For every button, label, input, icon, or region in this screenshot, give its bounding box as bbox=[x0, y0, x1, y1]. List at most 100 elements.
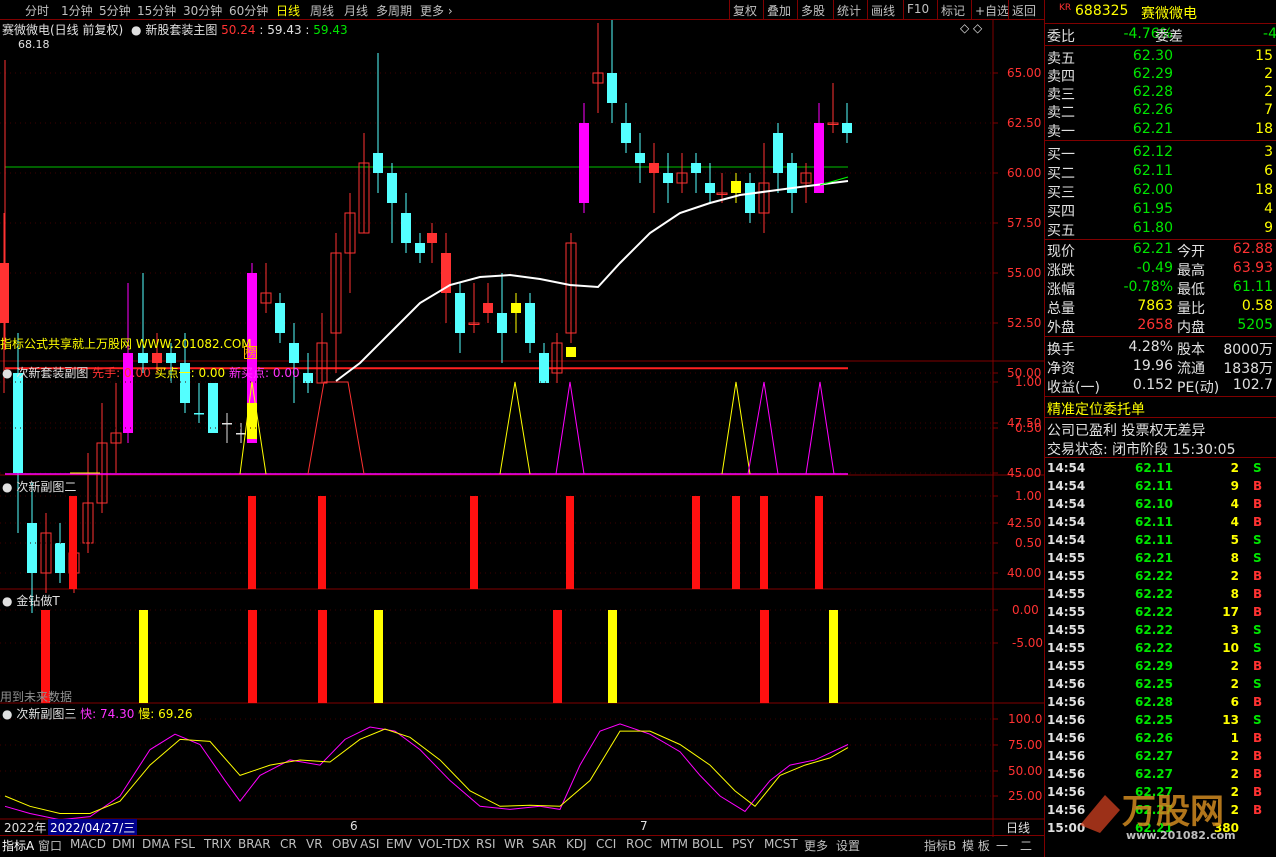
tick-row: 14:54 62.11 9 B bbox=[1047, 479, 1263, 493]
quote-panel: KR 688325 赛微微电 委比 -4.76% 委差 -4 卖五 62.30 15 卖四 62.29… bbox=[1044, 0, 1276, 857]
period-button-6[interactable]: 日线 bbox=[276, 2, 300, 19]
price-axis-label: 52.50 bbox=[1007, 316, 1041, 330]
indicator-tab-9[interactable]: VR bbox=[306, 837, 323, 851]
indicator-tab-10[interactable]: OBV bbox=[332, 837, 358, 851]
future-data-note: 用到未来数据 bbox=[0, 690, 73, 704]
quote-stat-row: 涨幅 -0.78% 最低 61.11 bbox=[1047, 279, 1273, 298]
indicator-tab-13[interactable]: VOL-TDX bbox=[418, 837, 470, 851]
indicator-tab-23[interactable]: MCST bbox=[764, 837, 798, 851]
candle-body bbox=[138, 353, 148, 363]
tool-button-3[interactable]: 统计 bbox=[837, 2, 861, 19]
main-indicator-name[interactable]: 新股套装主图 bbox=[145, 23, 217, 37]
chart-diamond-icon[interactable]: ◇ ◇ bbox=[960, 21, 982, 35]
tool-button-2[interactable]: 多股 bbox=[801, 2, 825, 19]
indicator-tab-17[interactable]: KDJ bbox=[566, 837, 587, 851]
bid-level-4: 买四 61.95 4 bbox=[1047, 201, 1273, 220]
sub1-name[interactable]: 次新套装副图 bbox=[16, 366, 88, 380]
indicator-tab-2[interactable]: MACD bbox=[70, 837, 106, 851]
indicator-tab-6[interactable]: TRIX bbox=[204, 837, 231, 851]
indicator-tab-22[interactable]: PSY bbox=[732, 837, 754, 851]
tool-button-0[interactable]: 复权 bbox=[733, 2, 757, 19]
period-button-10[interactable]: 更多 › bbox=[420, 2, 453, 19]
period-button-8[interactable]: 月线 bbox=[344, 2, 368, 19]
quote-stat-row: 外盘 2658 内盘 5205 bbox=[1047, 317, 1273, 336]
sub2-header: ● 次新副图二 bbox=[2, 478, 76, 495]
price-axis-label: 45.00 bbox=[1007, 466, 1041, 480]
sub2-signal-bar bbox=[566, 496, 574, 589]
indicator-tab-0[interactable]: 指标A bbox=[2, 837, 34, 854]
indicator-tab-3[interactable]: DMI bbox=[112, 837, 135, 851]
panel-divider bbox=[1045, 396, 1276, 397]
indicator-tab-11[interactable]: ASI bbox=[360, 837, 379, 851]
panel-switch-3[interactable]: 二 bbox=[1020, 837, 1032, 854]
sub3-name[interactable]: 金钻做T bbox=[16, 594, 59, 608]
toolbar-separator bbox=[903, 0, 904, 20]
quote-stat-row: 换手 4.28% 股本 8000万 bbox=[1047, 339, 1273, 358]
indicator-toggle-icon[interactable]: ● bbox=[131, 23, 141, 37]
period-button-3[interactable]: 15分钟 bbox=[137, 2, 176, 19]
date-year: 2022年 bbox=[4, 821, 47, 835]
indicator-tab-25[interactable]: 设置 bbox=[836, 837, 860, 854]
indicator-toggle-icon[interactable]: ● bbox=[2, 480, 12, 494]
indicator-tab-1[interactable]: 窗口 bbox=[38, 837, 62, 854]
indicator-tab-19[interactable]: ROC bbox=[626, 837, 652, 851]
indicator-tab-12[interactable]: EMV bbox=[386, 837, 412, 851]
candle-body bbox=[303, 373, 313, 383]
candle-body bbox=[415, 243, 425, 253]
indicator-tab-20[interactable]: MTM bbox=[660, 837, 688, 851]
indicator-tab-14[interactable]: RSI bbox=[476, 837, 496, 851]
indicator-tab-24[interactable]: 更多 bbox=[804, 837, 828, 854]
indicator-toggle-icon[interactable]: ● bbox=[2, 707, 12, 721]
price-axis-label: 65.00 bbox=[1007, 66, 1041, 80]
brand-logo: 万股网 www.201082.com bbox=[1080, 792, 1236, 842]
ask-level-3: 卖三 62.28 2 bbox=[1047, 84, 1273, 103]
indicator-tab-7[interactable]: BRAR bbox=[238, 837, 271, 851]
indicator-tab-8[interactable]: CR bbox=[280, 837, 297, 851]
stock-title: 赛微微电(日线 前复权) bbox=[2, 23, 124, 37]
tool-button-7[interactable]: +自选 bbox=[975, 2, 1009, 19]
period-button-2[interactable]: 5分钟 bbox=[99, 2, 131, 19]
tool-button-5[interactable]: F10 bbox=[907, 2, 929, 16]
period-button-0[interactable]: 分时 bbox=[25, 2, 49, 19]
sub2-name[interactable]: 次新副图二 bbox=[16, 480, 76, 494]
toolbar-separator bbox=[729, 0, 730, 20]
panel-switch-2[interactable]: 一 bbox=[996, 837, 1008, 854]
trade-status: 交易状态: 闭市阶段 15:30:05 bbox=[1047, 442, 1236, 458]
indicator-tab-21[interactable]: BOLL bbox=[692, 837, 723, 851]
candle-body bbox=[745, 183, 755, 213]
rank-badge[interactable]: 榜 bbox=[244, 346, 257, 359]
panel-divider bbox=[1045, 457, 1276, 458]
candle-body bbox=[387, 173, 397, 203]
stock-header[interactable]: KR 688325 赛微微电 bbox=[1045, 3, 1276, 22]
candle-body bbox=[275, 303, 285, 333]
indicator-tab-4[interactable]: DMA bbox=[142, 837, 170, 851]
indicator-tab-5[interactable]: FSL bbox=[174, 837, 195, 851]
indicator-toggle-icon[interactable]: ● bbox=[2, 594, 12, 608]
main-value-1: 50.24 bbox=[221, 23, 256, 37]
candle-body bbox=[649, 163, 659, 173]
panel-switch-0[interactable]: 指标B bbox=[924, 837, 956, 854]
tool-button-8[interactable]: 返回 bbox=[1012, 2, 1036, 19]
indicator-tab-15[interactable]: WR bbox=[504, 837, 524, 851]
period-button-5[interactable]: 60分钟 bbox=[229, 2, 268, 19]
bid-level-3: 买三 62.00 18 bbox=[1047, 182, 1273, 201]
indicator-tab-18[interactable]: CCI bbox=[596, 837, 616, 851]
info-order-link[interactable]: 精准定位委托单 bbox=[1045, 399, 1276, 418]
period-button-9[interactable]: 多周期 bbox=[376, 2, 412, 19]
tool-button-1[interactable]: 叠加 bbox=[767, 2, 791, 19]
tool-button-6[interactable]: 标记 bbox=[941, 2, 965, 19]
tick-row: 14:55 62.22 10 S bbox=[1047, 641, 1262, 655]
indicator-tab-16[interactable]: SAR bbox=[532, 837, 556, 851]
candle-body bbox=[455, 293, 465, 333]
period-button-1[interactable]: 1分钟 bbox=[61, 2, 93, 19]
tick-row: 14:54 62.11 4 B bbox=[1047, 515, 1263, 529]
period-button-7[interactable]: 周线 bbox=[310, 2, 334, 19]
date-cursor: 2022/04/27/三 bbox=[48, 819, 138, 836]
tool-button-4[interactable]: 画线 bbox=[871, 2, 895, 19]
panel-switch-1[interactable]: 模 板 bbox=[962, 837, 990, 854]
sub4-name[interactable]: 次新副图三 bbox=[16, 707, 76, 721]
sub2-signal-bar bbox=[732, 496, 740, 589]
period-button-4[interactable]: 30分钟 bbox=[183, 2, 222, 19]
indicator-toggle-icon[interactable]: ● bbox=[2, 366, 12, 380]
price-axis-label: 40.00 bbox=[1007, 566, 1041, 580]
